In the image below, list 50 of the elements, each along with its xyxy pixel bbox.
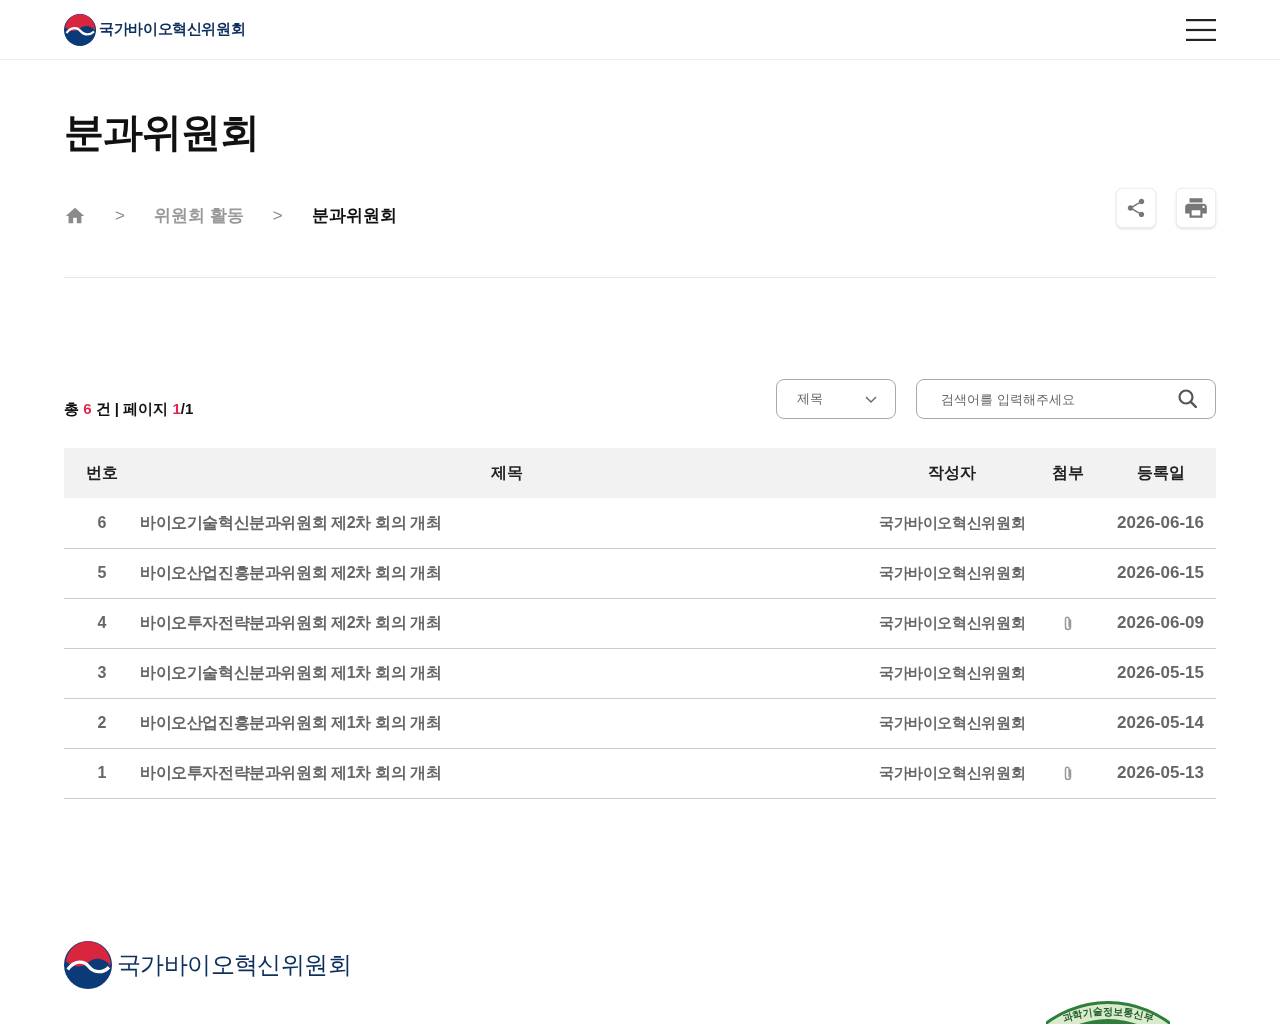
author-cell: 국가바이오혁신위원회 bbox=[874, 498, 1030, 548]
post-title-link[interactable]: 바이오기술혁신분과위원회 제1차 회의 개최 bbox=[140, 664, 442, 681]
author-cell: 국가바이오혁신위원회 bbox=[874, 598, 1030, 648]
post-title-link[interactable]: 바이오산업진흥분과위원회 제1차 회의 개최 bbox=[140, 714, 442, 731]
date-cell: 2026-05-15 bbox=[1105, 648, 1216, 698]
number-cell: 6 bbox=[64, 498, 140, 548]
number-cell: 5 bbox=[64, 548, 140, 598]
footer-logo-text: 국가바이오혁신위원회 bbox=[117, 949, 351, 980]
post-title-link[interactable]: 바이오투자전략분과위원회 제2차 회의 개최 bbox=[140, 614, 442, 631]
number-cell: 4 bbox=[64, 598, 140, 648]
menu-icon bbox=[1186, 18, 1216, 41]
author-cell: 국가바이오혁신위원회 bbox=[874, 548, 1030, 598]
result-summary: 총 6 건 | 페이지 1/1 bbox=[64, 399, 194, 419]
author-cell: 국가바이오혁신위원회 bbox=[874, 698, 1030, 748]
share-button[interactable] bbox=[1116, 188, 1156, 228]
breadcrumb-link[interactable]: 분과위원회 bbox=[311, 203, 397, 229]
search-icon bbox=[1178, 389, 1197, 408]
search-field[interactable]: 검색어를 입력해주세요 bbox=[916, 379, 1216, 419]
number-cell: 3 bbox=[64, 648, 140, 698]
number-cell: 1 bbox=[64, 748, 140, 798]
chevron-down-icon bbox=[865, 395, 877, 403]
breadcrumb-separator: > bbox=[272, 205, 283, 228]
date-cell: 2026-05-14 bbox=[1105, 698, 1216, 748]
page-title: 분과위원회 bbox=[64, 109, 260, 156]
column-header: 첨부 bbox=[1030, 448, 1105, 498]
post-title-link[interactable]: 바이오투자전략분과위원회 제1차 회의 개최 bbox=[140, 764, 442, 781]
column-header: 등록일 bbox=[1105, 448, 1216, 498]
column-header: 제목 bbox=[140, 448, 874, 498]
post-title-link[interactable]: 바이오산업진흥분과위원회 제2차 회의 개최 bbox=[140, 564, 442, 581]
author-cell: 국가바이오혁신위원회 bbox=[874, 748, 1030, 798]
post-title-link[interactable]: 바이오기술혁신분과위원회 제2차 회의 개최 bbox=[140, 513, 442, 531]
date-cell: 2026-06-15 bbox=[1105, 548, 1216, 598]
printer-icon bbox=[1183, 195, 1209, 221]
seal-text: 과학기술정보통신부 bbox=[1061, 1005, 1155, 1024]
print-button[interactable] bbox=[1176, 188, 1216, 228]
emblem-icon bbox=[64, 940, 112, 989]
category-select[interactable]: 제목 bbox=[776, 379, 896, 419]
column-header: 작성자 bbox=[874, 448, 1030, 498]
column-header: 번호 bbox=[64, 448, 140, 498]
date-cell: 2026-06-16 bbox=[1105, 498, 1216, 548]
date-cell: 2026-05-13 bbox=[1105, 748, 1216, 798]
number-cell: 2 bbox=[64, 698, 140, 748]
share-icon bbox=[1125, 197, 1147, 219]
author-cell: 국가바이오혁신위원회 bbox=[874, 648, 1030, 698]
emblem-icon bbox=[64, 13, 96, 46]
date-cell: 2026-06-09 bbox=[1105, 598, 1216, 648]
logo-link[interactable]: 국가바이오혁신위원회 bbox=[64, 13, 246, 46]
search-button[interactable] bbox=[1178, 389, 1197, 408]
menu-button[interactable] bbox=[1186, 17, 1216, 42]
breadcrumb-separator: > bbox=[115, 205, 125, 228]
